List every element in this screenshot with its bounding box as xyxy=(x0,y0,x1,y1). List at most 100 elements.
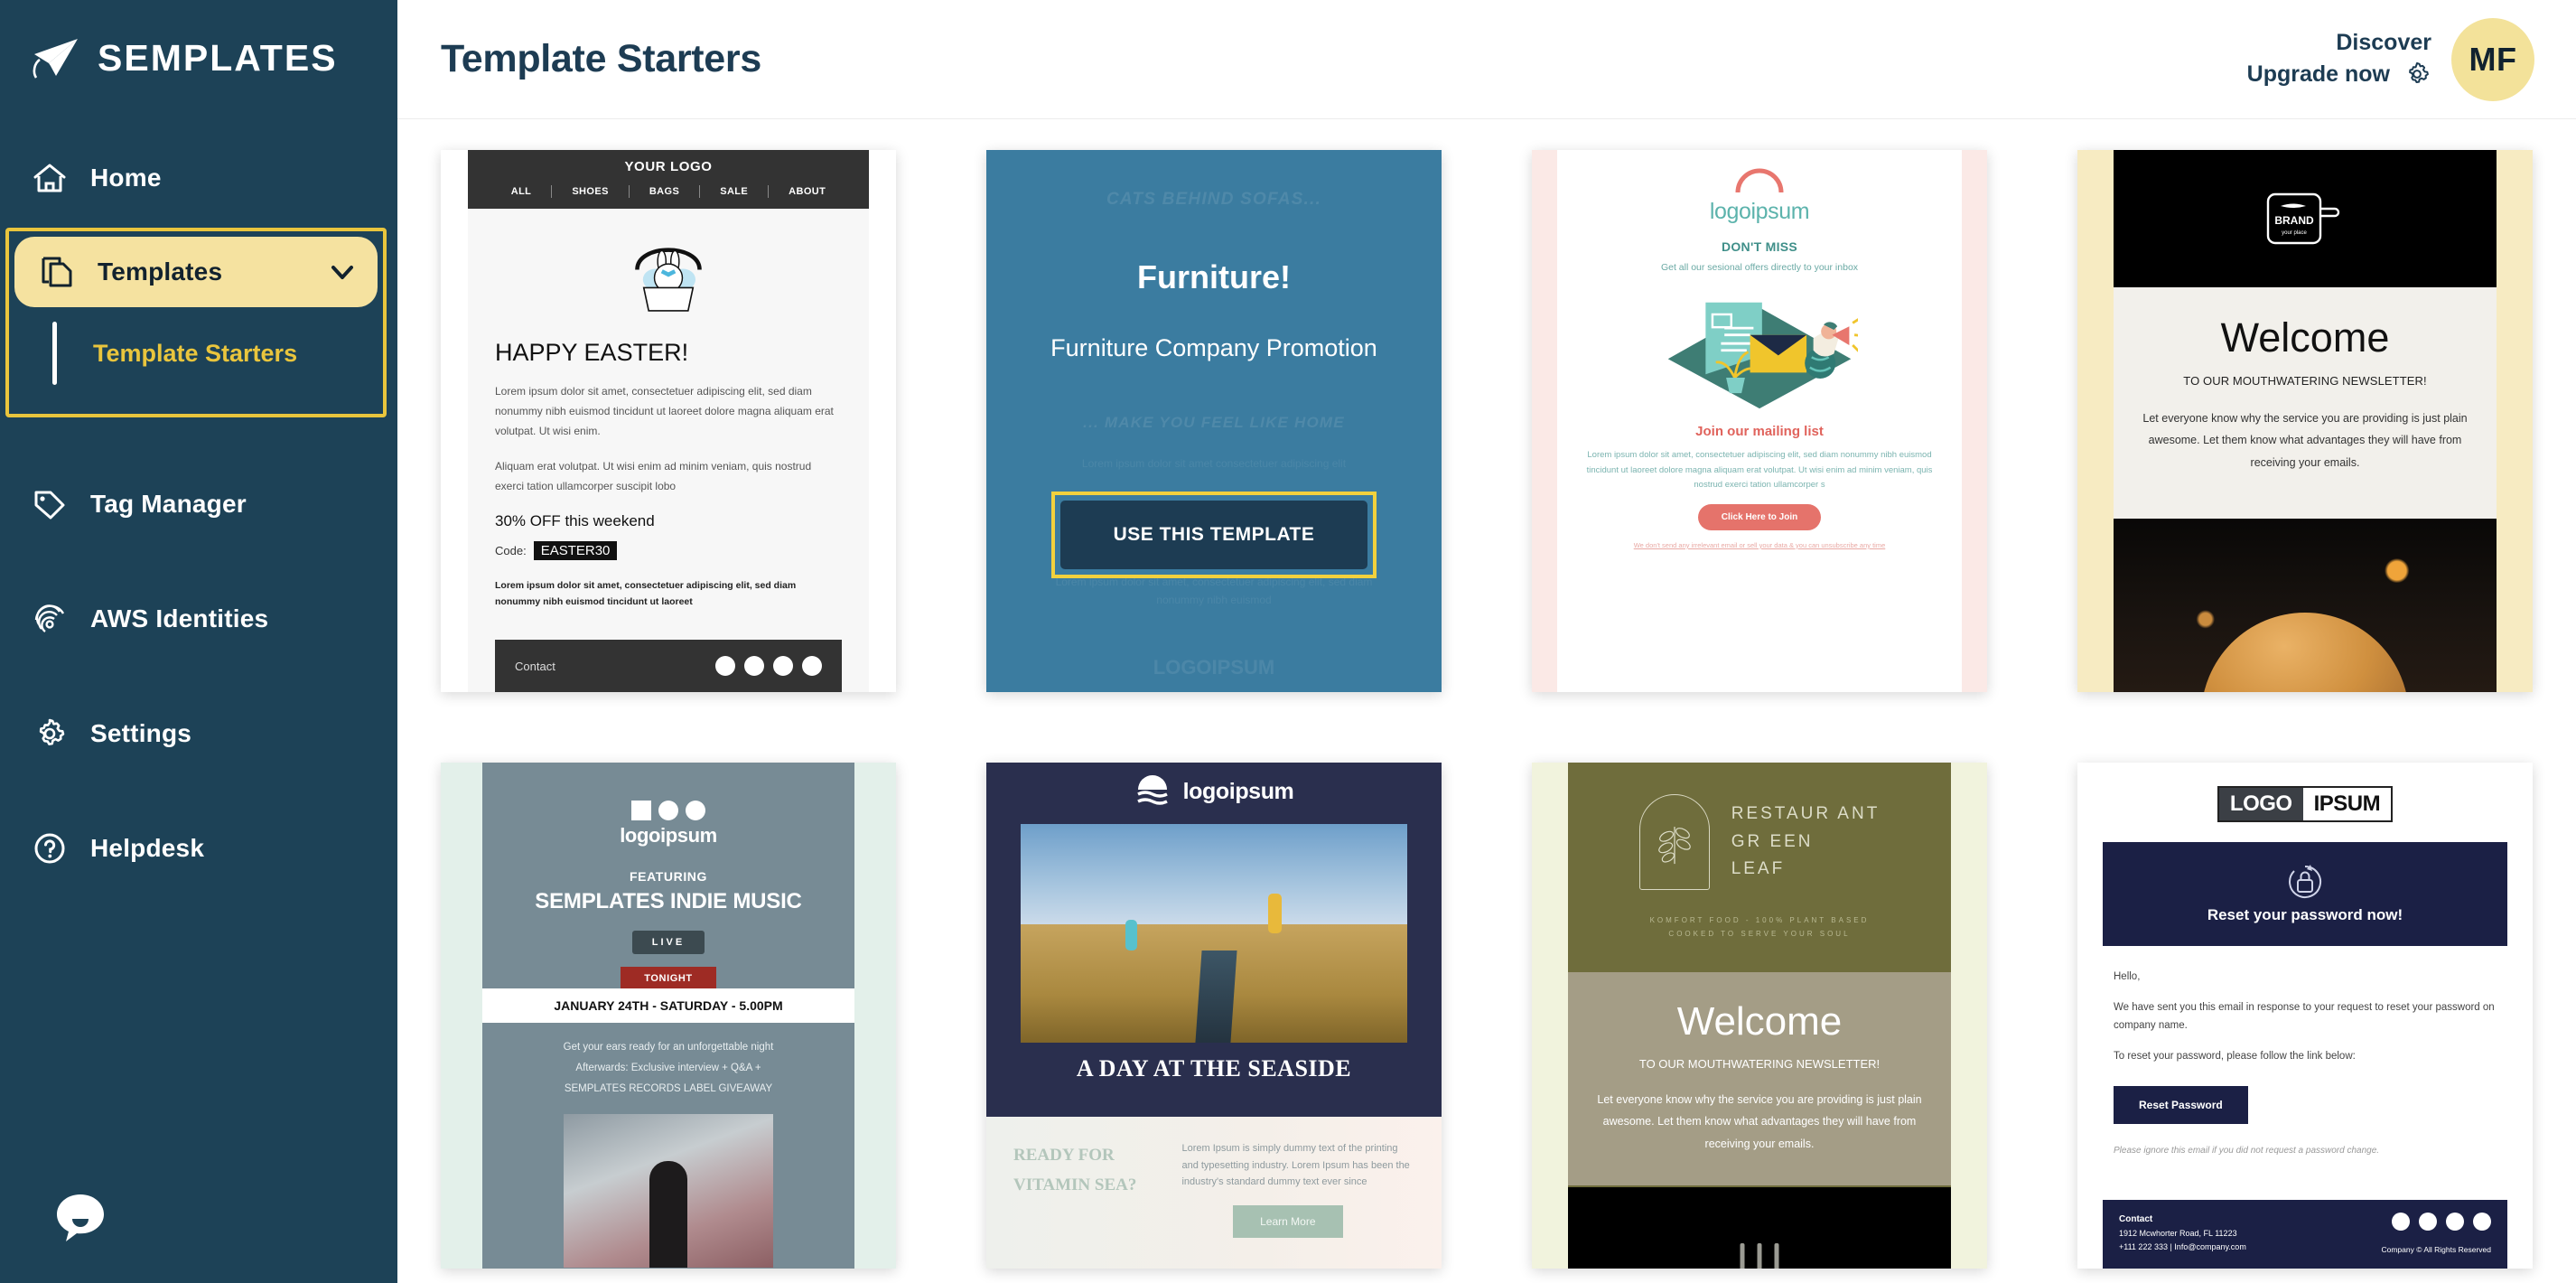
sidebar-item-aws-identities[interactable]: AWS Identities xyxy=(0,591,397,647)
avatar[interactable]: MF xyxy=(2451,17,2534,101)
music-body: logoipsum FEATURING SEMPLATES INDIE MUSI… xyxy=(482,763,854,1269)
adult-figure xyxy=(1267,894,1282,934)
seaside-paragraph: Lorem Ipsum is simply dummy text of the … xyxy=(1181,1143,1410,1188)
svg-text:BRAND: BRAND xyxy=(2274,214,2314,227)
template-card-mailing-list[interactable]: logoipsum DON'T MISS Get all our sesiona… xyxy=(1532,150,1987,692)
restaurant-name-line-1: RESTAUR ANT xyxy=(1731,804,1881,824)
menu-item: BAGS xyxy=(649,186,680,197)
seaside-header: logoipsum xyxy=(986,763,1442,820)
sidebar-item-templates[interactable]: Templates xyxy=(14,237,378,307)
menu-item: SALE xyxy=(720,186,749,197)
sidebar-item-template-starters[interactable]: Template Starters xyxy=(57,318,297,389)
easter-code: Code: EASTER30 xyxy=(495,540,869,560)
restaurant-subheading: TO OUR MOUTHWATERING NEWSLETTER! xyxy=(1638,1057,1881,1071)
template-card-seaside[interactable]: logoipsum A DAY AT THE SEASIDE READY FOR… xyxy=(986,763,1442,1269)
reset-note: Please ignore this email if you did not … xyxy=(2114,1145,2380,1156)
template-preview: RESTAUR ANT GR EEN LEAF KOMFORT FOOD - 1… xyxy=(1532,763,1987,1269)
brand-logo[interactable]: SEMPLATES xyxy=(0,0,397,80)
template-card-reset-password[interactable]: LOGO IPSUM Reset your password now! Hell… xyxy=(2077,763,2533,1269)
templates-grid: YOUR LOGO ALL SHOES BAGS SALE ABOUT HAPP… xyxy=(441,150,2533,1269)
social-icons xyxy=(2392,1212,2491,1231)
restaurant-name: RESTAUR ANT GR EEN LEAF xyxy=(1731,801,1881,883)
upgrade-block: Discover Upgrade now xyxy=(2247,30,2431,89)
twitter-icon[interactable] xyxy=(2419,1212,2437,1231)
sidebar-item-label: Home xyxy=(90,164,162,192)
home-icon xyxy=(31,159,69,197)
raised-arm xyxy=(649,1161,687,1268)
easter-body: YOUR LOGO ALL SHOES BAGS SALE ABOUT HAPP… xyxy=(468,150,869,692)
template-card-indie-music[interactable]: logoipsum FEATURING SEMPLATES INDIE MUSI… xyxy=(441,763,896,1269)
leaf-arch-icon xyxy=(1638,793,1710,890)
template-preview: logoipsum A DAY AT THE SEASIDE READY FOR… xyxy=(986,763,1442,1269)
restaurant-logo-row: RESTAUR ANT GR EEN LEAF xyxy=(1638,793,1881,890)
easter-code-label: Code: xyxy=(495,543,527,557)
music-logo: logoipsum xyxy=(620,824,717,847)
restaurant-heading: Welcome xyxy=(1676,999,1843,1044)
furniture-subheading: Furniture Company Promotion xyxy=(1050,334,1377,361)
topbar-right: Discover Upgrade now MF xyxy=(2247,17,2534,101)
sidebar-item-tag-manager[interactable]: Tag Manager xyxy=(0,476,397,532)
sidebar-item-settings[interactable]: Settings xyxy=(0,706,397,762)
footer-address: 1912 Mcwhorter Road, FL 11223 xyxy=(2119,1229,2237,1239)
join-button[interactable]: Click Here to Join xyxy=(1697,503,1822,530)
child-figure xyxy=(1125,920,1137,951)
easter-footer: Contact xyxy=(495,640,842,692)
brand-name: SEMPLATES xyxy=(98,36,338,79)
paper-plane-icon xyxy=(31,36,81,80)
linkedin-icon xyxy=(802,656,822,676)
learn-more-button[interactable]: Learn More xyxy=(1233,1205,1343,1239)
template-card-welcome-food[interactable]: BRAND your place Welcome TO OUR MOUTHWAT… xyxy=(2077,150,2533,692)
discover-link[interactable]: Discover xyxy=(2336,30,2431,56)
mailing-subtitle: Get all our sesional offers directly to … xyxy=(1660,262,1859,273)
facebook-icon[interactable] xyxy=(2392,1212,2410,1231)
restaurant-body: RESTAUR ANT GR EEN LEAF KOMFORT FOOD - 1… xyxy=(1568,763,1951,1269)
chevron-down-icon[interactable] xyxy=(327,257,358,287)
welcome-heading: Welcome xyxy=(2220,314,2390,361)
mailing-body: logoipsum DON'T MISS Get all our sesiona… xyxy=(1557,150,1962,692)
templates-grid-wrapper: YOUR LOGO ALL SHOES BAGS SALE ABOUT HAPP… xyxy=(397,119,2576,1283)
template-preview: BRAND your place Welcome TO OUR MOUTHWAT… xyxy=(2077,150,2533,692)
welcome-body: BRAND your place Welcome TO OUR MOUTHWAT… xyxy=(2114,150,2497,692)
sidebar: SEMPLATES Home Templates Template Starte… xyxy=(0,0,397,1283)
music-featuring: FEATURING xyxy=(629,869,708,884)
sidebar-subitem-row: Template Starters xyxy=(14,318,378,389)
sidebar-item-home[interactable]: Home xyxy=(0,150,397,206)
upgrade-now-button[interactable]: Upgrade now xyxy=(2247,60,2431,89)
easter-fine-print: Lorem ipsum dolor sit amet, consectetuer… xyxy=(495,579,797,607)
restaurant-tagline: KOMFORT FOOD - 100% PLANT BASED COOKED T… xyxy=(1650,913,1870,941)
easter-heading: HAPPY EASTER! xyxy=(495,339,689,366)
use-this-template-button[interactable]: USE THIS TEMPLATE xyxy=(1060,501,1367,569)
music-live-badge: LIVE xyxy=(631,931,705,954)
reset-banner-text: Reset your password now! xyxy=(2207,906,2403,923)
linkedin-icon[interactable] xyxy=(2473,1212,2491,1231)
sidebar-item-label: AWS Identities xyxy=(90,604,269,632)
easter-logo: YOUR LOGO xyxy=(624,159,713,174)
logoipsum-wave-icon xyxy=(1134,773,1171,810)
seaside-right: Lorem Ipsum is simply dummy text of the … xyxy=(1181,1140,1414,1269)
furniture-ghost-line: Lorem ipsum dolor sit amet consectetuer … xyxy=(1081,457,1347,470)
reset-paragraph-1: We have sent you this email in response … xyxy=(2114,1002,2495,1032)
restaurant-paragraph: Let everyone know why the service you ar… xyxy=(1597,1093,1922,1150)
template-card-furniture[interactable]: CATS BEHIND SOFAS... Furniture! Furnitur… xyxy=(986,150,1442,692)
template-card-restaurant-green-leaf[interactable]: RESTAUR ANT GR EEN LEAF KOMFORT FOOD - 1… xyxy=(1532,763,1987,1269)
social-icons xyxy=(715,656,822,676)
template-preview: logoipsum DON'T MISS Get all our sesiona… xyxy=(1532,150,1987,692)
easter-navbar: YOUR LOGO ALL SHOES BAGS SALE ABOUT xyxy=(468,150,869,209)
logo-ipsum-box-icon: LOGO IPSUM xyxy=(2217,786,2394,822)
restaurant-name-line-3: LEAF xyxy=(1731,859,1786,878)
reset-password-button[interactable]: Reset Password xyxy=(2114,1085,2248,1124)
brand-tag-icon: BRAND your place xyxy=(2266,191,2344,247)
restaurant-photo xyxy=(1568,1187,1951,1269)
instagram-icon[interactable] xyxy=(2446,1212,2464,1231)
sidebar-item-helpdesk[interactable]: Helpdesk xyxy=(0,820,397,876)
instagram-icon xyxy=(773,656,793,676)
sidebar-item-label: Helpdesk xyxy=(90,834,205,862)
chat-bubble-icon[interactable] xyxy=(52,1189,108,1245)
mailing-paragraph: Lorem ipsum dolor sit amet, consectetuer… xyxy=(1586,450,1933,491)
template-card-easter[interactable]: YOUR LOGO ALL SHOES BAGS SALE ABOUT HAPP… xyxy=(441,150,896,692)
restaurant-welcome-band: Welcome TO OUR MOUTHWATERING NEWSLETTER!… xyxy=(1568,972,1951,1186)
easter-code-value: EASTER30 xyxy=(533,540,618,560)
music-line-3: SEMPLATES RECORDS LABEL GIVEAWAY xyxy=(564,1083,773,1094)
template-preview: logoipsum FEATURING SEMPLATES INDIE MUSI… xyxy=(441,763,896,1269)
tag-icon xyxy=(31,485,69,523)
